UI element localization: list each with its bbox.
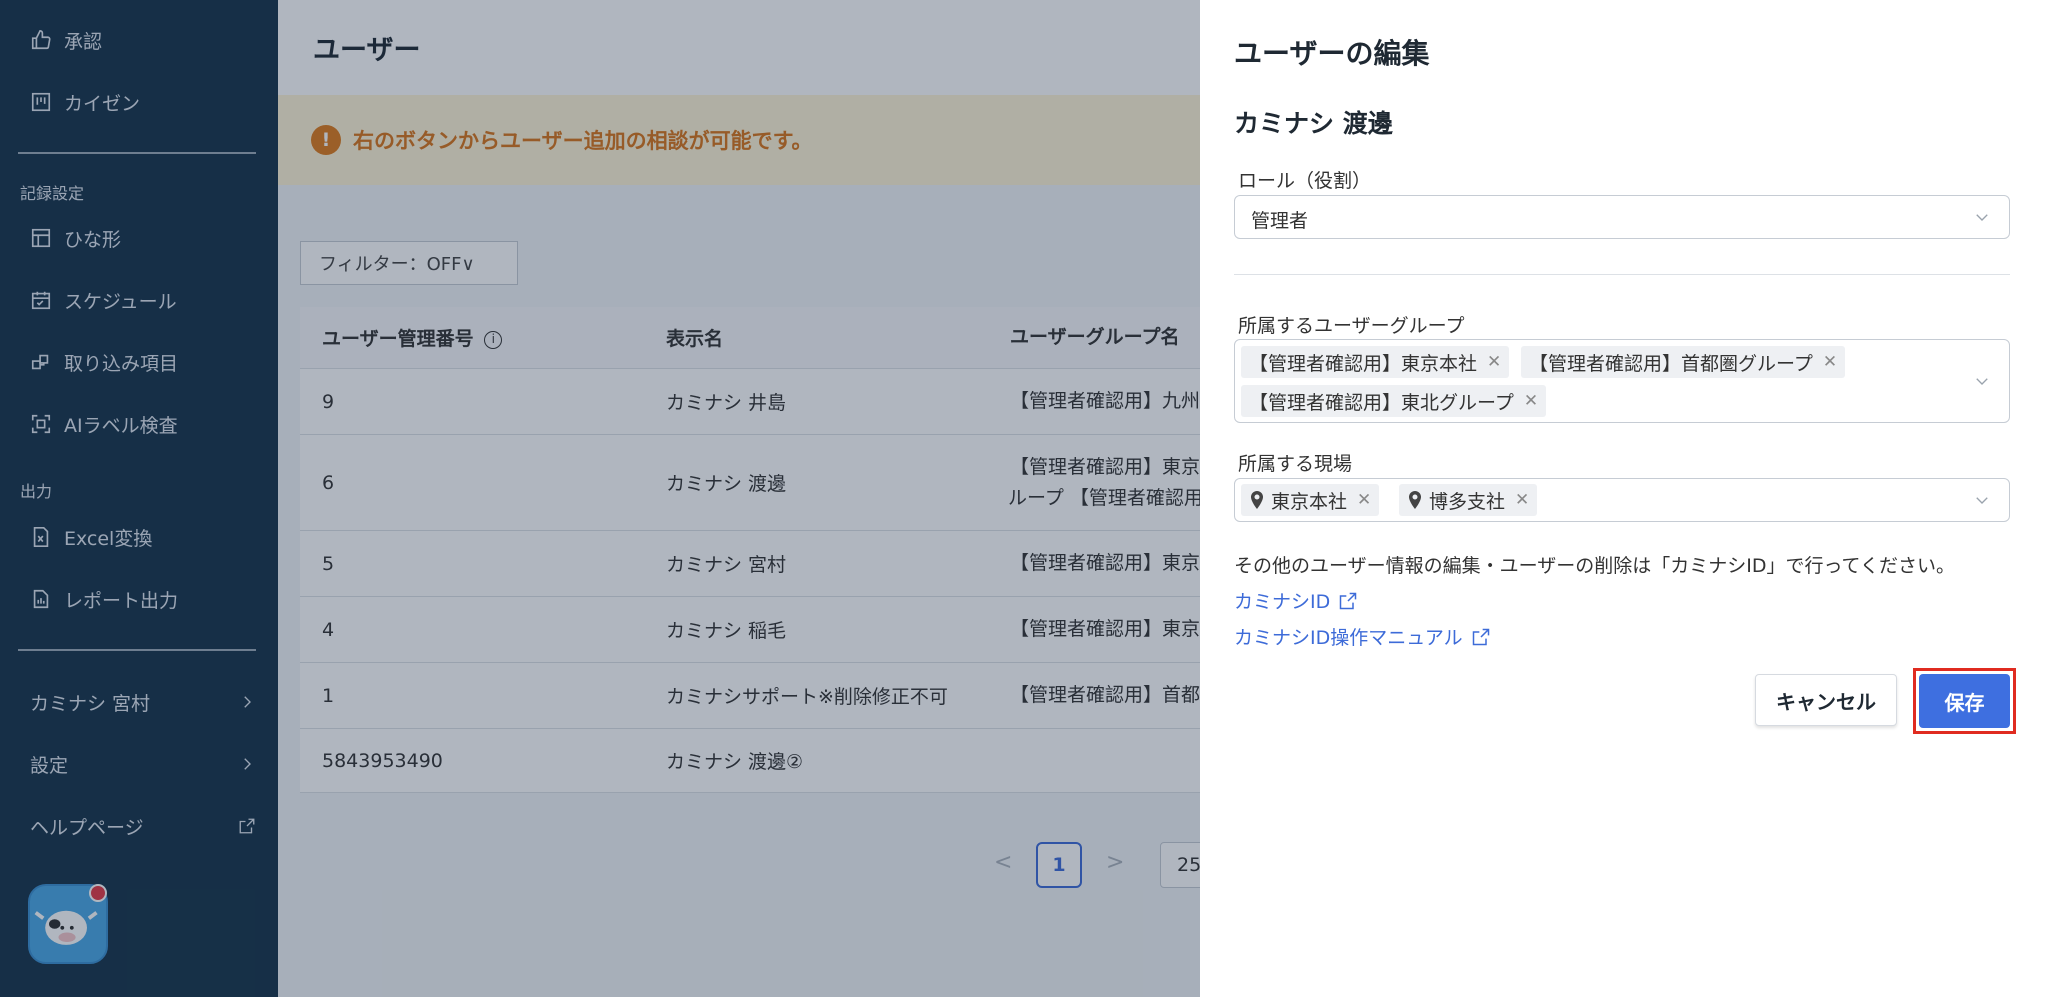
location-pin-icon <box>1409 491 1421 509</box>
external-link-icon <box>1339 592 1357 609</box>
kaminashi-id-link[interactable]: カミナシID <box>1234 587 1358 614</box>
site-tag: 東京本社 ✕ <box>1241 484 1380 516</box>
drawer-title: ユーザーの編集 <box>1234 37 1430 70</box>
user-name: カミナシ 渡邊 <box>1234 109 1393 138</box>
user-groups-label: 所属するユーザーグループ <box>1238 315 1465 337</box>
cancel-button[interactable]: キャンセル <box>1755 674 1897 726</box>
edit-user-drawer: ユーザーの編集 カミナシ 渡邊 ロール（役割） 管理者 所属するユーザーグループ… <box>1200 0 2048 997</box>
group-tag: 【管理者確認用】東京本社 ✕ <box>1241 346 1510 378</box>
divider <box>1234 274 2010 275</box>
group-tag-label: 【管理者確認用】東北グループ <box>1249 391 1514 414</box>
kaminashi-manual-link[interactable]: カミナシID操作マニュアル <box>1234 623 1491 650</box>
remove-tag-icon[interactable]: ✕ <box>1823 352 1837 372</box>
external-link-icon <box>1472 628 1489 645</box>
site-tag: 博多支社 ✕ <box>1399 484 1538 516</box>
group-tag: 【管理者確認用】首都圏グループ ✕ <box>1521 346 1846 378</box>
location-pin-icon <box>1251 491 1263 509</box>
user-groups-select[interactable]: 【管理者確認用】東京本社 ✕ 【管理者確認用】首都圏グループ ✕ 【管理者確認用… <box>1234 339 2010 423</box>
info-text: その他のユーザー情報の編集・ユーザーの削除は「カミナシID」で行ってください。 <box>1234 555 1955 577</box>
chevron-down-icon <box>1976 214 1988 221</box>
sites-select[interactable]: 東京本社 ✕ 博多支社 ✕ <box>1234 478 2010 522</box>
group-tag: 【管理者確認用】東北グループ ✕ <box>1241 385 1547 417</box>
modal-backdrop[interactable] <box>0 0 1200 997</box>
group-tag-label: 【管理者確認用】首都圏グループ <box>1529 352 1813 375</box>
remove-tag-icon[interactable]: ✕ <box>1524 391 1538 411</box>
role-select-value: 管理者 <box>1251 210 1309 232</box>
site-tag-label: 東京本社 <box>1271 490 1348 513</box>
chevron-down-icon <box>1976 378 1988 385</box>
sites-label: 所属する現場 <box>1238 453 1353 475</box>
link-label: カミナシID <box>1234 591 1331 613</box>
chevron-down-icon <box>1976 497 1988 504</box>
group-tag-label: 【管理者確認用】東京本社 <box>1249 352 1478 375</box>
save-button[interactable]: 保存 <box>1919 674 2010 728</box>
remove-tag-icon[interactable]: ✕ <box>1515 490 1529 510</box>
link-label: カミナシID操作マニュアル <box>1234 627 1463 649</box>
remove-tag-icon[interactable]: ✕ <box>1487 352 1501 372</box>
remove-tag-icon[interactable]: ✕ <box>1357 490 1371 510</box>
role-select[interactable]: 管理者 <box>1234 195 2010 239</box>
role-label: ロール（役割） <box>1238 170 1372 192</box>
site-tag-label: 博多支社 <box>1429 490 1506 513</box>
